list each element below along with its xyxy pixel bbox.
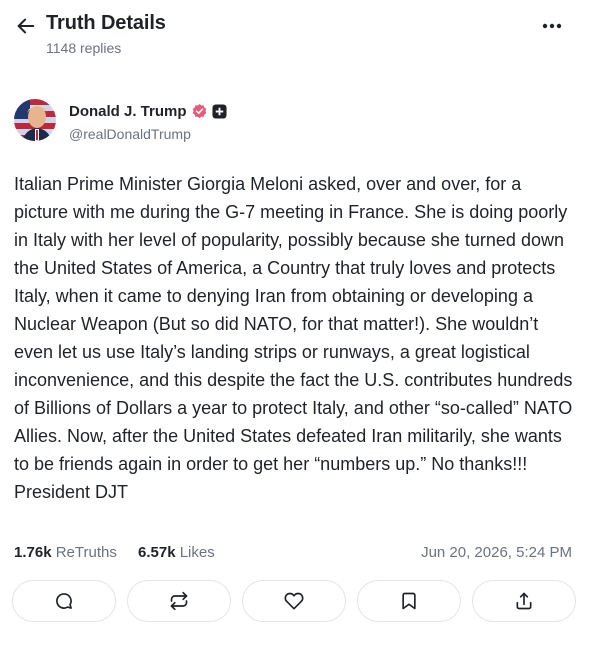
avatar[interactable] (14, 99, 56, 141)
author-name-text: Donald J. Trump (69, 103, 187, 120)
heart-icon (284, 592, 304, 610)
retruths-count: 1.76k (14, 544, 52, 561)
bookmark-button[interactable] (357, 580, 461, 622)
author-name[interactable]: Donald J. Trump (69, 103, 227, 120)
share-icon (516, 592, 532, 610)
retruths-stat[interactable]: 1.76k ReTruths (14, 544, 117, 561)
retruth-button[interactable] (127, 580, 231, 622)
reply-button[interactable] (12, 580, 116, 622)
more-options-button[interactable] (534, 10, 570, 42)
back-button[interactable] (10, 10, 42, 42)
replies-count: 1148 replies (46, 40, 122, 56)
likes-count: 6.57k (138, 544, 176, 561)
like-button[interactable] (242, 580, 346, 622)
more-horizontal-icon (542, 23, 562, 29)
post-body: Italian Prime Minister Giorgia Meloni as… (14, 174, 573, 502)
post-author: Donald J. Trump @realDonaldTrump (14, 99, 574, 145)
retruth-icon (170, 591, 188, 611)
post-timestamp: Jun 20, 2026, 5:24 PM (421, 544, 572, 561)
action-bar (12, 580, 576, 624)
post-stats: 1.76k ReTruths 6.57k Likes Jun 20, 2026,… (14, 541, 574, 565)
reply-icon (56, 593, 72, 609)
share-button[interactable] (472, 580, 576, 622)
plus-badge-icon (211, 104, 227, 119)
bookmark-icon (402, 592, 416, 610)
page-title: Truth Details (46, 12, 166, 34)
author-handle[interactable]: @realDonaldTrump (69, 126, 191, 142)
arrow-left-icon (17, 18, 35, 34)
likes-label: Likes (179, 544, 215, 561)
verified-badge-icon (191, 103, 208, 120)
likes-stat[interactable]: 6.57k Likes (138, 544, 215, 561)
header: Truth Details 1148 replies (0, 0, 590, 70)
retruths-label: ReTruths (55, 544, 117, 561)
